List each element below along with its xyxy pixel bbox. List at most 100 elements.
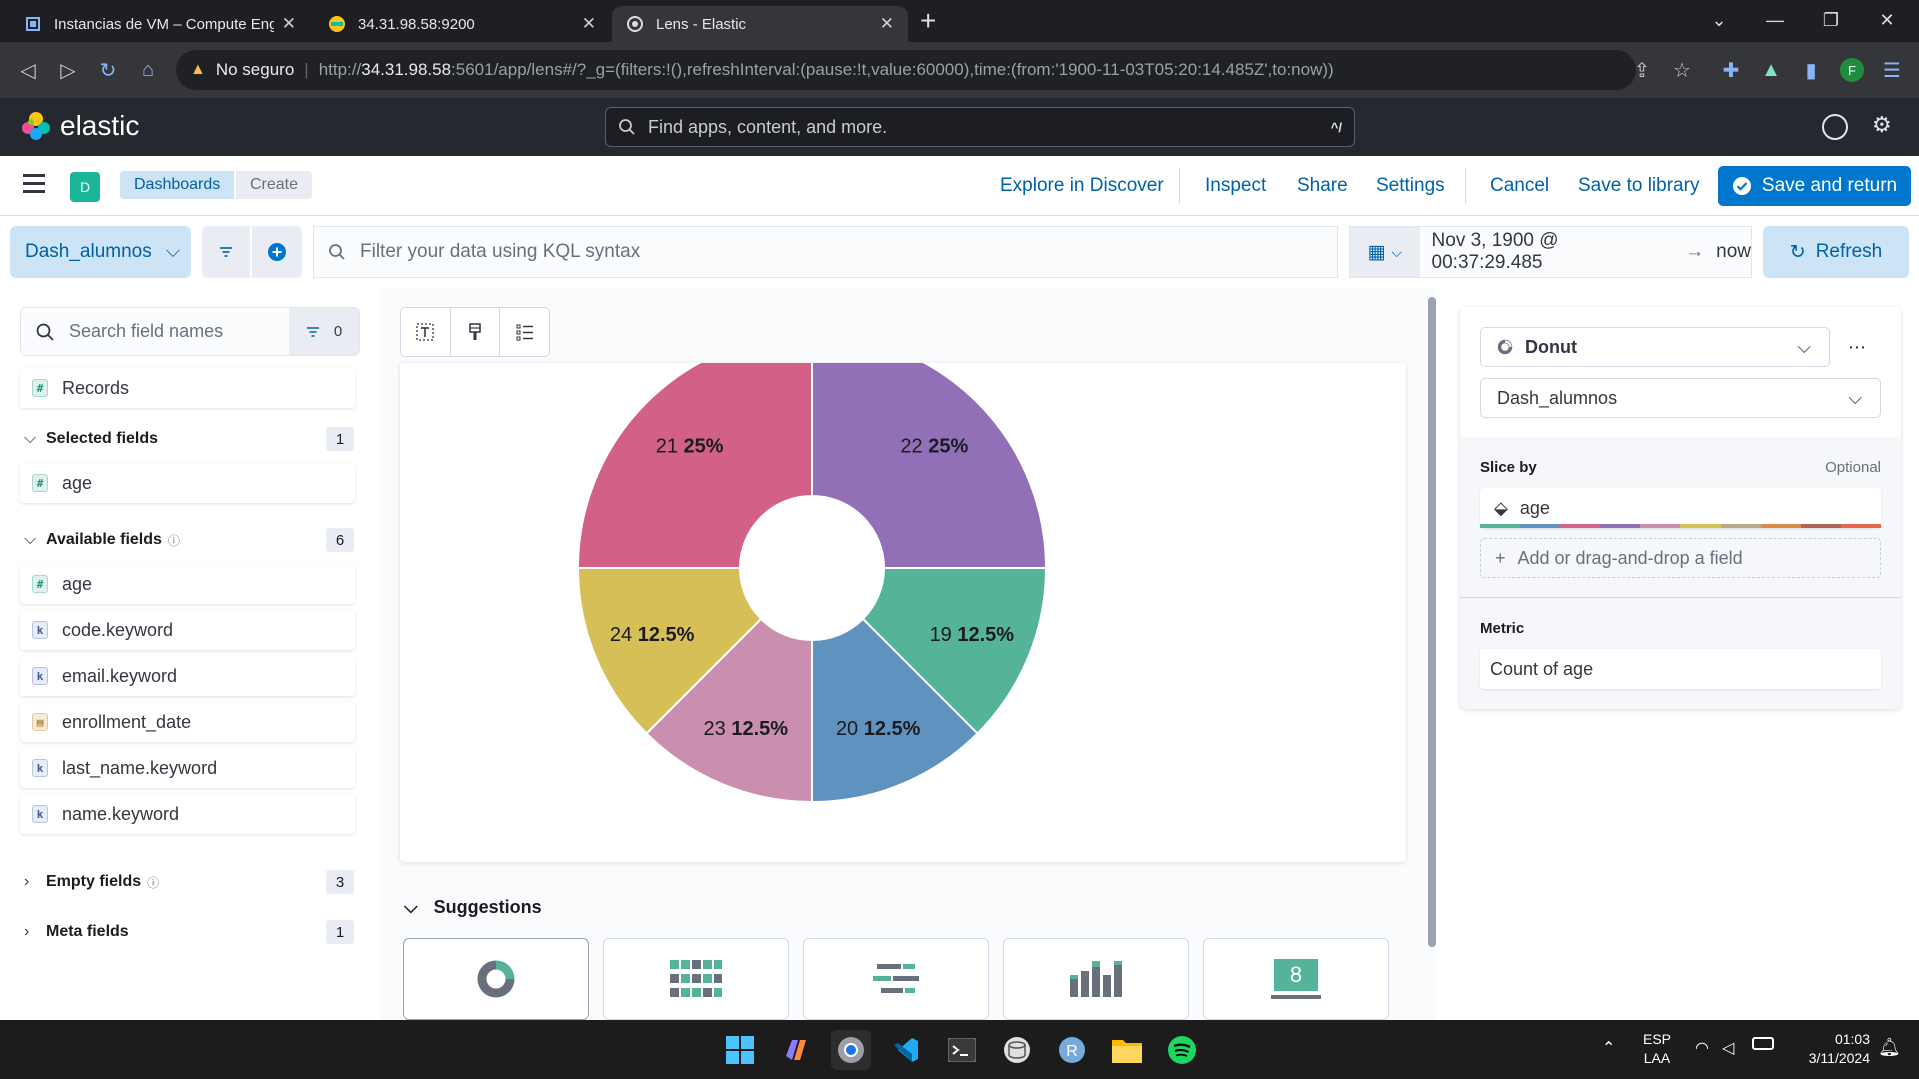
explore-in-discover-link[interactable]: Explore in Discover [1000,175,1164,197]
battery-icon[interactable] [1752,1037,1774,1050]
suggestion-metric[interactable]: 8 [1203,938,1389,1020]
donut-slice[interactable] [811,363,1048,569]
database-icon[interactable] [997,1030,1037,1070]
tab-search-icon[interactable]: ⌄ [1691,0,1747,40]
field-item-age[interactable]: # age [20,564,355,604]
home-icon[interactable]: ⌂ [132,54,164,86]
hamburger-menu-icon[interactable] [23,174,45,193]
close-tab-icon[interactable]: ✕ [582,14,596,34]
copilot-icon[interactable] [776,1030,816,1070]
field-search-input[interactable]: Search field names 0 [20,307,360,356]
appearance-button[interactable] [451,308,501,356]
donut-slice[interactable] [576,363,813,569]
terminal-icon[interactable] [942,1030,982,1070]
browser-tab-vm[interactable]: Instancias de VM – Compute Engine ✕ [10,6,310,42]
time-to[interactable]: now [1716,241,1751,263]
suggestions-toggle[interactable]: ⌵ Suggestions [404,897,542,918]
field-item-name-keyword[interactable]: k name.keyword [20,794,355,834]
quick-select-button[interactable]: ▦ ⌵ [1350,227,1420,277]
donut-chart[interactable]: 22 25% 19 12.5% 20 12.5% 23 12.5% 24 12.5% 21… [400,363,1406,862]
save-to-library-button[interactable]: Save to library [1578,175,1699,197]
filter-menu-button[interactable] [202,226,250,278]
wifi-icon[interactable]: ◠ [1695,1038,1709,1058]
address-bar[interactable]: ▲ No seguro | http://34.31.98.58:5601/ap… [176,50,1636,90]
restore-icon[interactable]: ❐ [1803,0,1859,40]
bookmark-icon[interactable]: ☆ [1666,54,1698,86]
notification-bell-icon[interactable]: 🔔︎ [1878,1037,1901,1058]
forward-icon[interactable]: ▷ [52,54,84,86]
input-language[interactable]: ESP LAA [1643,1030,1671,1068]
r-language-icon[interactable]: R [1052,1030,1092,1070]
news-feed-icon[interactable]: ⚙ [1872,112,1892,138]
url-text: http://34.31.98.58:5601/app/lens#/?_g=(f… [319,60,1334,80]
close-tab-icon[interactable]: ✕ [282,14,296,34]
field-item-enrollment-date[interactable]: ▤ enrollment_date [20,702,355,742]
share-link[interactable]: Share [1297,175,1348,197]
chrome-icon[interactable] [831,1030,871,1070]
date-picker[interactable]: ▦ ⌵ Nov 3, 1900 @ 00:37:29.485 → now [1349,226,1752,278]
data-view-picker[interactable]: Dash_alumnos ⌵ [10,226,191,278]
profile-avatar[interactable]: F [1836,54,1868,86]
available-fields-toggle[interactable]: ⌵ Available fields ⓘ 6 [24,528,360,552]
global-search-input[interactable]: Find apps, content, and more. ^/ [605,107,1355,147]
chart-canvas[interactable]: 22 25% 19 12.5% 20 12.5% 23 12.5% 24 12.5% 21… [400,363,1406,862]
side-panel-icon[interactable]: ▮ [1795,54,1827,86]
field-item-code-keyword[interactable]: k code.keyword [20,610,355,650]
selected-fields-toggle[interactable]: ⌵ Selected fields 1 [24,427,360,451]
suggestion-bar-vertical[interactable] [1003,938,1189,1020]
save-and-return-button[interactable]: Save and return [1718,166,1911,206]
cancel-button[interactable]: Cancel [1490,175,1549,197]
clock[interactable]: 01:03 3/11/2024 [1790,1030,1870,1068]
field-item-email-keyword[interactable]: k email.keyword [20,656,355,696]
add-field-dropzone[interactable]: + Add or drag-and-drop a field [1480,538,1881,578]
suggestion-bar-horizontal[interactable] [803,938,989,1020]
more-options-icon[interactable]: ⋯ [1848,337,1867,358]
minimize-icon[interactable]: — [1747,0,1803,40]
volume-icon[interactable]: ◁ [1722,1038,1734,1058]
reload-icon[interactable]: ↻ [92,54,124,86]
meta-fields-toggle[interactable]: › Meta fields 1 [24,920,360,944]
close-window-icon[interactable]: ✕ [1859,0,1915,40]
file-explorer-icon[interactable] [1107,1030,1147,1070]
browser-tab-lens[interactable]: Lens - Elastic ✕ [612,6,908,42]
space-avatar[interactable]: D [70,172,100,202]
breadcrumb-dashboards[interactable]: Dashboards [120,171,235,199]
suggestion-heatmap[interactable] [603,938,789,1020]
inspect-link[interactable]: Inspect [1205,175,1266,197]
share-page-icon[interactable]: ⇪ [1626,54,1658,86]
suggestion-donut[interactable] [403,938,589,1020]
new-tab-icon[interactable]: + [920,4,936,38]
field-type-filter-button[interactable]: 0 [289,308,359,355]
vscode-icon[interactable] [886,1030,926,1070]
info-icon[interactable]: ⓘ [147,874,159,891]
back-icon[interactable]: ◁ [12,54,44,86]
metric-dimension[interactable]: Count of age [1480,649,1881,689]
field-item-records[interactable]: # Records [20,368,355,408]
field-name: age [62,472,93,493]
kql-query-input[interactable]: Filter your data using KQL syntax [313,226,1338,278]
workspace-scrollbar[interactable] [1428,297,1436,947]
empty-fields-toggle[interactable]: › Empty fields ⓘ 3 [24,870,360,894]
windows-start-icon[interactable] [720,1030,760,1070]
text-legend-button[interactable] [401,308,451,356]
labs-icon[interactable]: ▲ [1755,54,1787,86]
add-filter-button[interactable] [252,226,302,278]
slice-by-dimension[interactable]: ⬙ age [1480,488,1881,528]
legend-button[interactable] [500,308,549,356]
time-from[interactable]: Nov 3, 1900 @ 00:37:29.485 [1432,230,1674,274]
elastic-logo[interactable]: elastic [20,110,139,142]
field-item-age[interactable]: # age [20,463,355,503]
browser-tab-elasticsearch[interactable]: 34.31.98.58:9200 ✕ [314,6,610,42]
menu-icon[interactable]: ☰ [1876,54,1908,86]
extensions-icon[interactable]: ✚ [1715,54,1747,86]
layer-data-view-select[interactable]: Dash_alumnos ⌵ [1480,378,1881,418]
chart-type-select[interactable]: Donut ⌵ [1480,327,1830,367]
help-icon[interactable] [1822,114,1848,140]
spotify-icon[interactable] [1162,1030,1202,1070]
settings-link[interactable]: Settings [1376,175,1445,197]
info-icon[interactable]: ⓘ [168,532,180,549]
field-item-last-name-keyword[interactable]: k last_name.keyword [20,748,355,788]
show-hidden-icons[interactable]: ⌃ [1602,1038,1615,1058]
close-tab-icon[interactable]: ✕ [880,14,894,34]
refresh-button[interactable]: ↻ Refresh [1763,226,1909,278]
